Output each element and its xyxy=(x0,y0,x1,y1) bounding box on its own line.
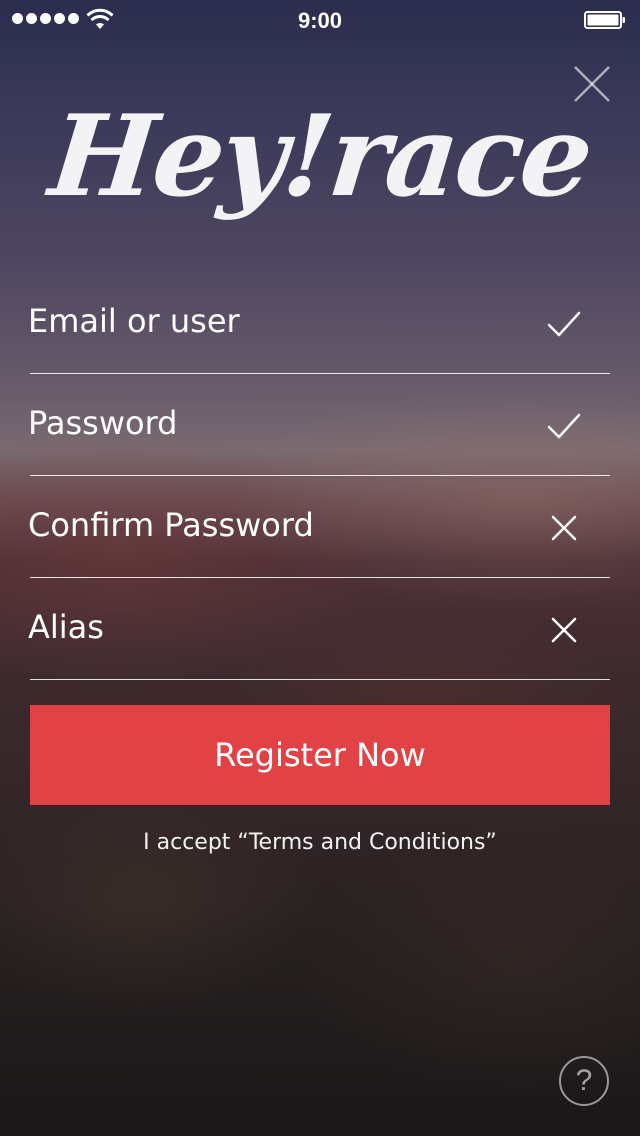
battery-icon xyxy=(584,11,625,29)
email-field-placeholder: Email or user xyxy=(28,302,240,340)
help-button-label: ? xyxy=(575,1064,593,1097)
register-form: Email or user Password Confirm Password … xyxy=(28,272,610,680)
x-icon xyxy=(551,617,577,643)
confirm-password-field[interactable]: Confirm Password xyxy=(28,476,610,578)
password-field-placeholder: Password xyxy=(28,404,178,442)
status-bar: 9:00 xyxy=(0,0,640,40)
check-icon xyxy=(547,311,581,337)
terms-link[interactable]: I accept “Terms and Conditions” xyxy=(0,830,640,855)
x-icon xyxy=(551,515,577,541)
status-time: 9:00 xyxy=(297,8,343,33)
password-field[interactable]: Password xyxy=(28,374,610,476)
help-icon[interactable]: ? xyxy=(559,1056,609,1106)
confirm-password-field-placeholder: Confirm Password xyxy=(28,506,314,544)
alias-field-placeholder: Alias xyxy=(28,608,104,646)
register-button[interactable]: Register Now xyxy=(30,705,610,805)
check-icon xyxy=(547,413,581,439)
app-logo: Hey!race xyxy=(43,91,597,222)
alias-field[interactable]: Alias xyxy=(28,578,610,680)
register-button-label: Register Now xyxy=(214,736,426,774)
email-field[interactable]: Email or user xyxy=(28,272,610,374)
